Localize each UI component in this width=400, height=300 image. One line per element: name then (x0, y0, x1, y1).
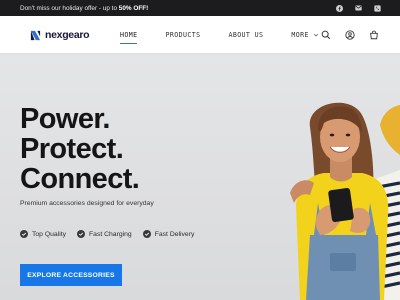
nav-item-more[interactable]: MORE (291, 31, 319, 39)
feature-label: Fast Delivery (154, 230, 195, 238)
feature-label: Top Quality (32, 230, 67, 238)
check-circle-icon (142, 230, 151, 238)
nav-item-home[interactable]: HOME (120, 31, 138, 44)
social-links (334, 3, 382, 13)
user-icon[interactable] (344, 29, 356, 41)
phone-icon[interactable] (372, 3, 382, 13)
site-header: nexgearo HOME PRODUCTS ABOUT US MORE (0, 16, 400, 54)
headline-line: Power. (20, 103, 110, 135)
headline-line: Protect. (20, 132, 124, 165)
feature-label: Fast Charging (89, 230, 132, 238)
main-nav: HOME PRODUCTS ABOUT US MORE (120, 16, 347, 54)
nav-item-more-label: MORE (291, 31, 309, 39)
logo[interactable]: nexgearo (30, 29, 90, 41)
hero-subtitle: Premium accessories designed for everyda… (20, 200, 154, 207)
header-actions (320, 29, 380, 41)
feature-list: Top Quality Fast Charging Fast Delivery (20, 230, 194, 238)
check-circle-icon (20, 230, 28, 238)
logo-mark-icon (30, 30, 41, 40)
cart-icon[interactable] (368, 29, 380, 41)
logo-text: nexgearo (45, 29, 90, 41)
announcement-text: Don't miss our holiday offer - up to 50%… (20, 4, 149, 12)
check-circle-icon (77, 230, 86, 238)
hero-photo (290, 102, 400, 300)
announcement-bar: Don't miss our holiday offer - up to 50%… (0, 0, 400, 16)
feature-item: Top Quality (20, 230, 66, 238)
explore-accessories-button[interactable]: EXPLORE ACCESSORIES (20, 264, 122, 286)
announcement-highlight: 50% OFF! (118, 4, 149, 12)
headline-line: Connect. (20, 162, 140, 195)
feature-item: Fast Charging (77, 230, 132, 238)
hero-section: Power. Protect. Connect. Premium accesso… (0, 55, 400, 300)
feature-item: Fast Delivery (142, 230, 195, 238)
nav-item-products[interactable]: PRODUCTS (165, 31, 200, 39)
facebook-icon[interactable] (334, 3, 344, 13)
email-icon[interactable] (353, 3, 363, 13)
search-icon[interactable] (320, 29, 332, 41)
chevron-down-icon (313, 33, 319, 37)
hero-headline: Power. Protect. Connect. (20, 103, 140, 195)
nav-item-about-us[interactable]: ABOUT US (228, 31, 263, 39)
